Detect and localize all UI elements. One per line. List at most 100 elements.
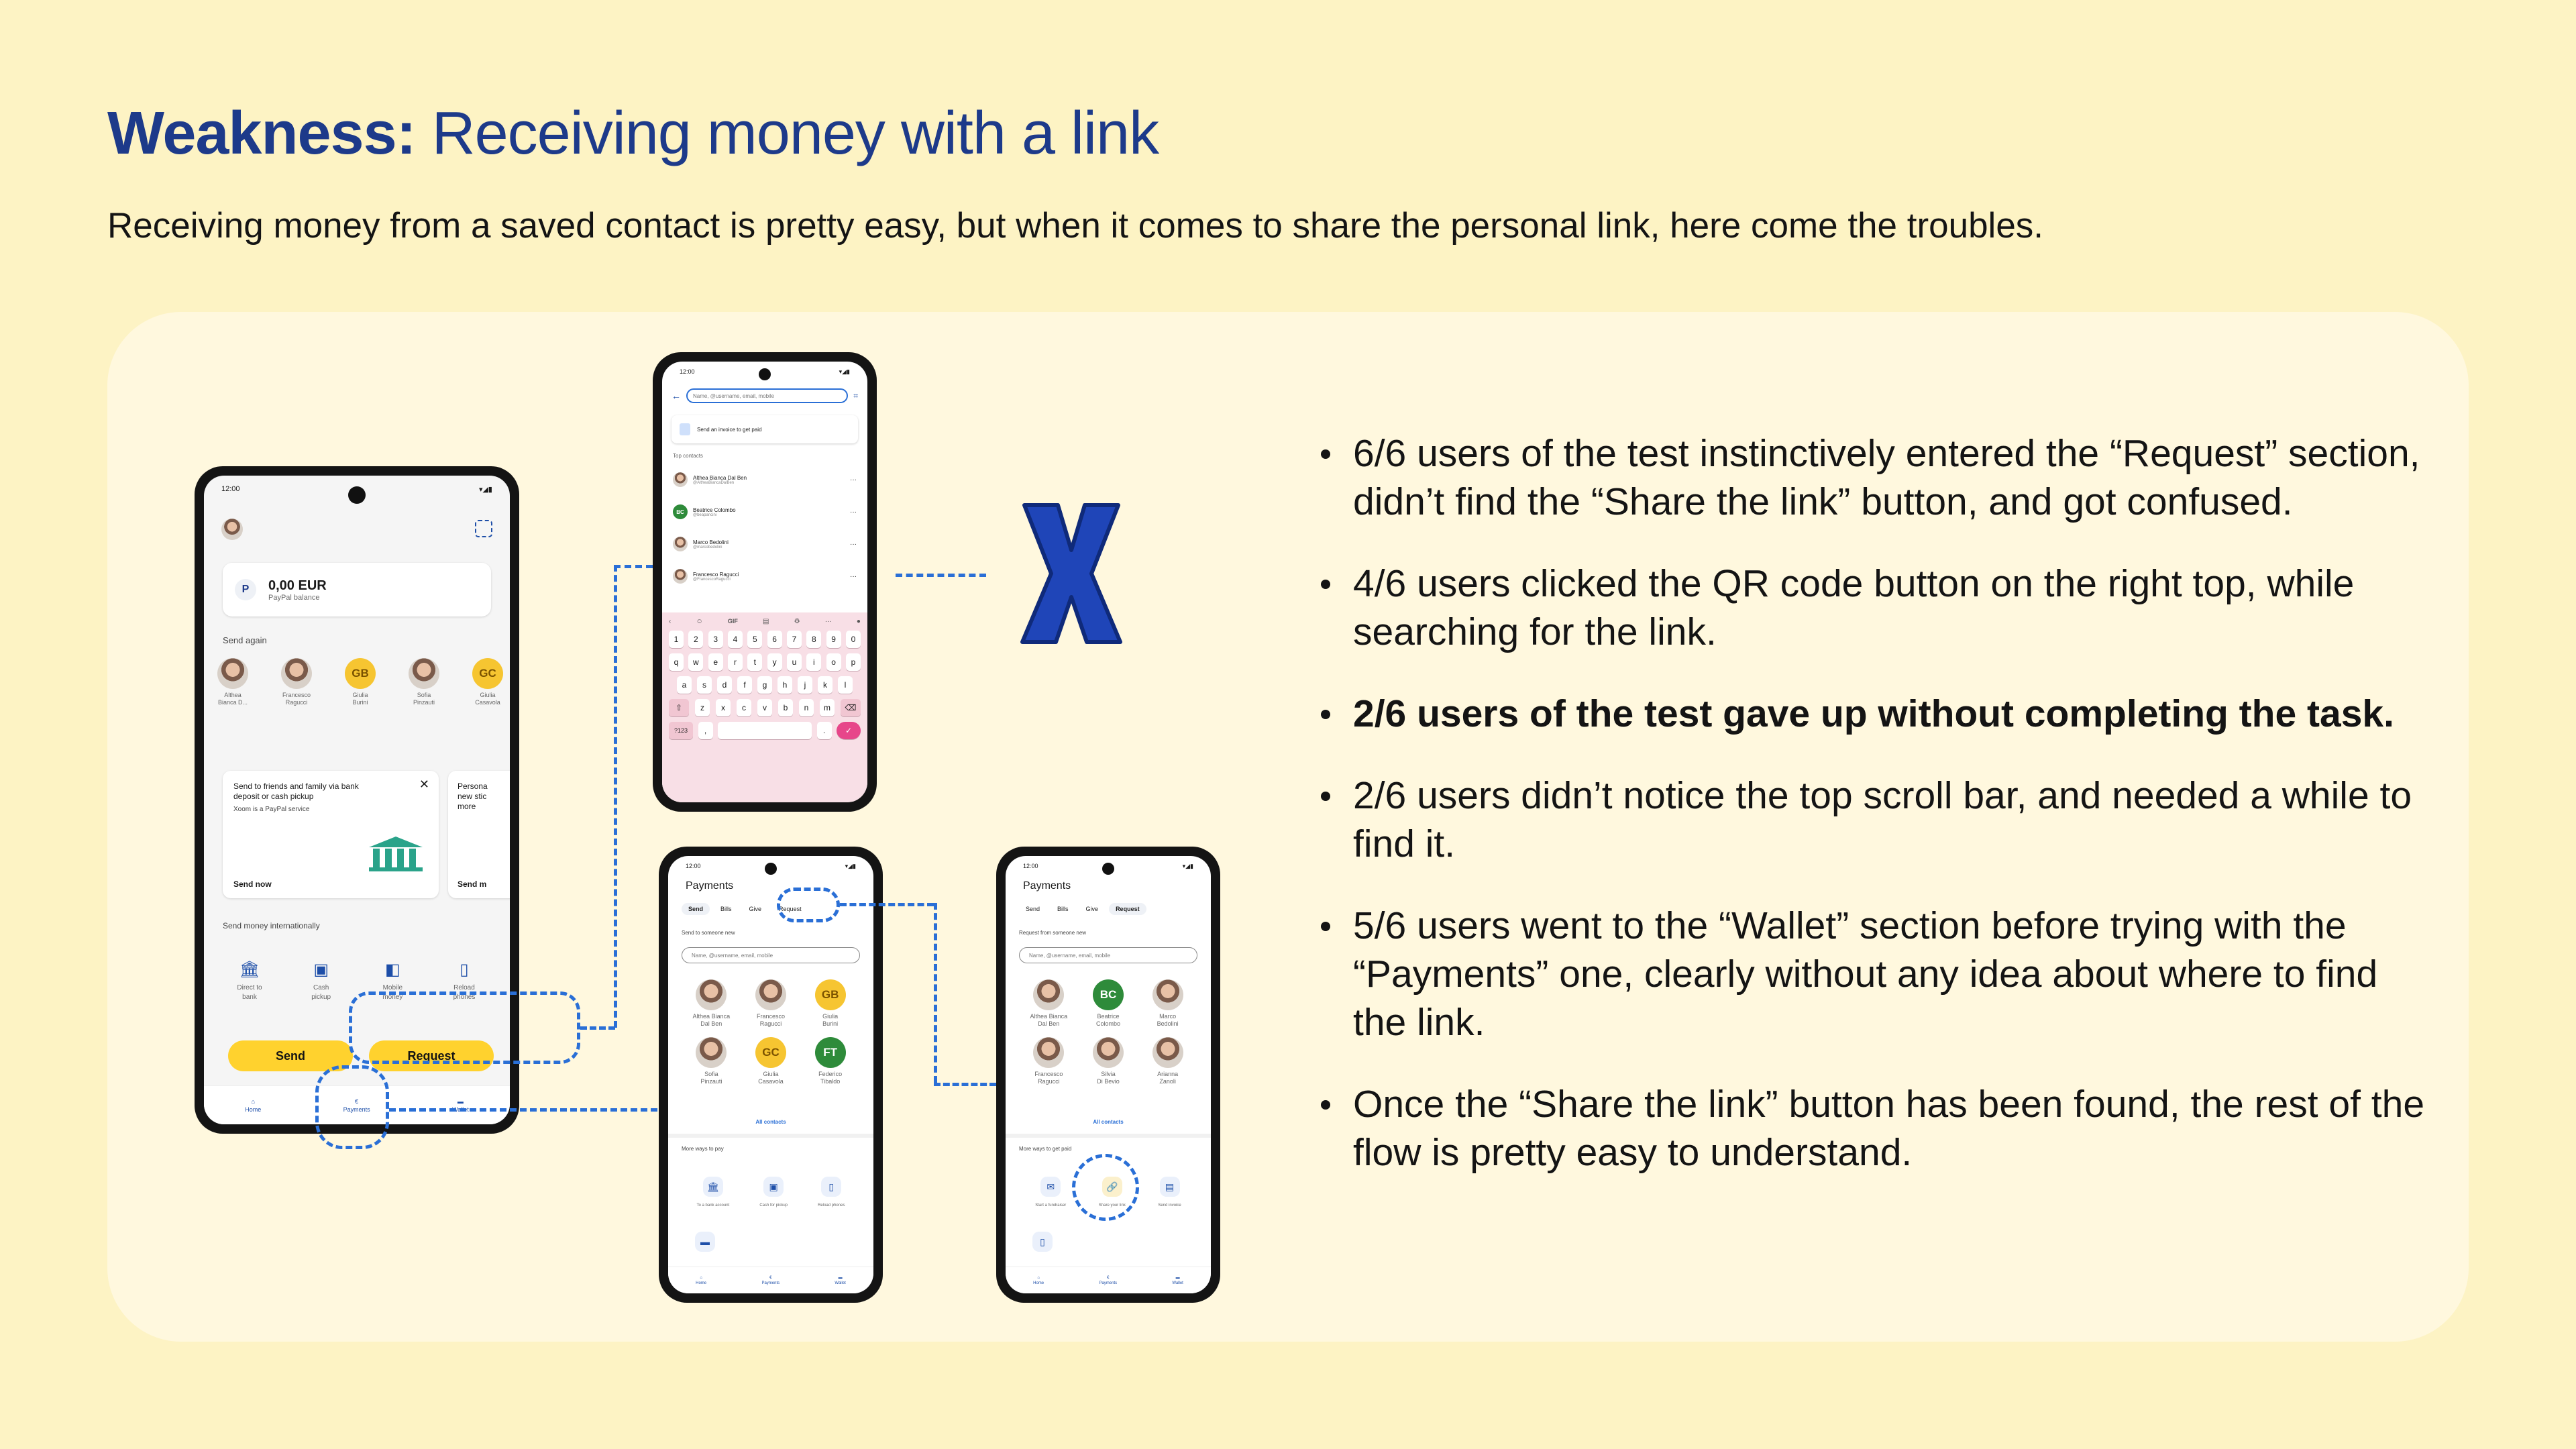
contact-item[interactable]: Francesco Ragucci [281,658,312,706]
tab-bills[interactable]: Bills [1051,903,1075,915]
wallet-icon: ▬ [457,1097,464,1105]
more-icon[interactable]: ··· [850,573,857,580]
qr-scan-icon[interactable]: ⌗ [853,391,858,401]
promo-card-2[interactable]: Persona new stic more Send m [448,771,510,898]
tab-give[interactable]: Give [1079,903,1106,915]
keyboard-row-numbers: 1234567890 [669,631,861,648]
space-key[interactable] [718,722,812,739]
back-arrow-icon[interactable]: ← [672,390,681,401]
contact-item[interactable]: Sofia Pinzauti [409,658,439,706]
settings-icon[interactable]: ⚙ [794,618,800,625]
profile-avatar[interactable] [221,519,243,540]
page-subtitle: Receiving money from a saved contact is … [107,206,2044,246]
avatar: GB [345,658,376,689]
contact-grid: Althea Bianca Dal Ben BC Beatrice Colombo… [1006,979,1211,1085]
list-item[interactable]: Althea Bianca Dal Ben @AltheaBiancaDalBen… [673,464,857,496]
xoom-promo-card[interactable]: Send to friends and family via bank depo… [223,771,439,898]
contact-item[interactable]: GC Giulia Casavola [472,658,503,706]
avatar [281,658,312,689]
contact-item[interactable]: Sofia Pinzauti [682,1037,741,1085]
more-ways-label: More ways to get paid [1019,1146,1072,1152]
more-icon[interactable]: ··· [825,618,832,625]
nav-home[interactable]: ⌂ Home [696,1276,706,1285]
euro-icon: € [769,1275,772,1280]
nav-wallet[interactable]: ▬ Wallet [1172,1276,1183,1285]
start-fundraiser[interactable]: ✉ Start a fundraiser [1035,1177,1066,1210]
search-input[interactable]: Name, @username, email, mobile [686,388,849,403]
highlight-payments-tab [315,1065,389,1149]
nav-home[interactable]: ⌂ Home [1033,1276,1044,1285]
tab-send[interactable]: Send [1019,903,1046,915]
avatar [673,569,688,584]
more-icon[interactable]: ··· [850,508,857,516]
all-contacts-link[interactable]: All contacts [668,1119,873,1125]
contact-item[interactable]: FT Federico Tibaldo [800,1037,860,1085]
direct-to-bank[interactable]: 🏛 Direct to bank [223,960,276,1002]
extra-option[interactable]: ▬ [695,1232,715,1252]
contact-item[interactable]: Althea Bianca D... [217,658,248,706]
period-key[interactable]: . [816,722,832,739]
promo2-cta[interactable]: Send m [458,879,486,889]
tab-bills[interactable]: Bills [714,903,739,915]
to-bank-account[interactable]: 🏛 To a bank account [697,1177,729,1210]
backspace-key[interactable]: ⌫ [841,699,861,716]
search-input[interactable]: Name, @username, email, mobile [682,947,860,963]
avatar [217,658,248,689]
connector-search-to-x [896,574,986,577]
list-item[interactable]: Marco Bedolini @marcobedolini ··· [673,528,857,560]
contact-item[interactable]: Althea Bianca Dal Ben [1019,979,1079,1028]
cash-for-pickup[interactable]: ▣ Cash for pickup [759,1177,788,1210]
tab-give[interactable]: Give [743,903,769,915]
list-item[interactable]: Francesco Ragucci @FrancescoRagucci ··· [673,560,857,592]
home-icon: ⌂ [700,1275,702,1280]
finding-item: 5/6 users went to the “Wallet” section b… [1311,902,2438,1046]
qr-scan-icon[interactable] [475,520,492,537]
cash-pickup[interactable]: ▣ Cash pickup [294,960,348,1002]
mic-icon[interactable]: ● [857,618,861,625]
send-invoice-card[interactable]: Send an invoice to get paid [672,415,858,443]
clipboard-icon[interactable]: ▤ [763,618,769,625]
symbols-key[interactable]: ?123 [669,722,693,739]
comma-key[interactable]: , [698,722,713,739]
contact-item[interactable]: Francesco Ragucci [1019,1037,1079,1085]
contact-item[interactable]: Althea Bianca Dal Ben [682,979,741,1028]
more-ways-label: More ways to pay [682,1146,724,1152]
promo-cta[interactable]: Send now [233,879,272,889]
tab-request[interactable]: Request [1109,903,1146,915]
avatar: GB [814,979,846,1010]
close-icon[interactable]: ✕ [419,777,429,792]
nav-payments[interactable]: € Payments [761,1276,780,1285]
balance-card[interactable]: P 0,00 EUR PayPal balance [223,563,491,616]
extra-option[interactable]: ▯ [1032,1232,1053,1252]
contact-item[interactable]: BC Beatrice Colombo [1079,979,1138,1028]
search-input[interactable]: Name, @username, email, mobile [1019,947,1197,963]
status-time: 12:00 [221,485,240,493]
nav-payments[interactable]: € Payments [1099,1276,1117,1285]
keyboard-back-icon[interactable]: ‹ [669,618,671,625]
send-invoice[interactable]: ▤ Send invoice [1158,1177,1181,1210]
list-item[interactable]: BC Beatrice Colombo @beapancini ··· [673,496,857,528]
avatar [673,472,688,487]
enter-key[interactable]: ✓ [837,722,861,739]
contact-item[interactable]: Marco Bedolini [1138,979,1197,1028]
reload-phones[interactable]: ▯ Reload phones [818,1177,845,1210]
emoji-icon[interactable]: ☺ [696,618,703,625]
contact-item[interactable]: Silvia Di Bevio [1079,1037,1138,1085]
avatar [673,537,688,551]
contact-item[interactable]: GB Giulia Burini [800,979,860,1028]
screen-title: Payments [1023,880,1071,892]
contact-item[interactable]: GB Giulia Burini [345,658,376,706]
contact-item[interactable]: Francesco Ragucci [741,979,801,1028]
shift-key[interactable]: ⇧ [669,699,689,716]
all-contacts-link[interactable]: All contacts [1006,1119,1211,1125]
phone-icon: ▯ [821,1177,842,1197]
more-icon[interactable]: ··· [850,541,857,548]
nav-home[interactable]: ⌂ Home [245,1098,261,1113]
contact-item[interactable]: GC Giulia Casavola [741,1037,801,1085]
balance-amount: 0,00 EUR [268,578,327,593]
title-bold: Weakness: [107,100,417,167]
tab-send[interactable]: Send [682,903,710,915]
contact-item[interactable]: Arianna Zanoli [1138,1037,1197,1085]
nav-wallet[interactable]: ▬ Wallet [835,1276,845,1285]
more-icon[interactable]: ··· [850,476,857,484]
